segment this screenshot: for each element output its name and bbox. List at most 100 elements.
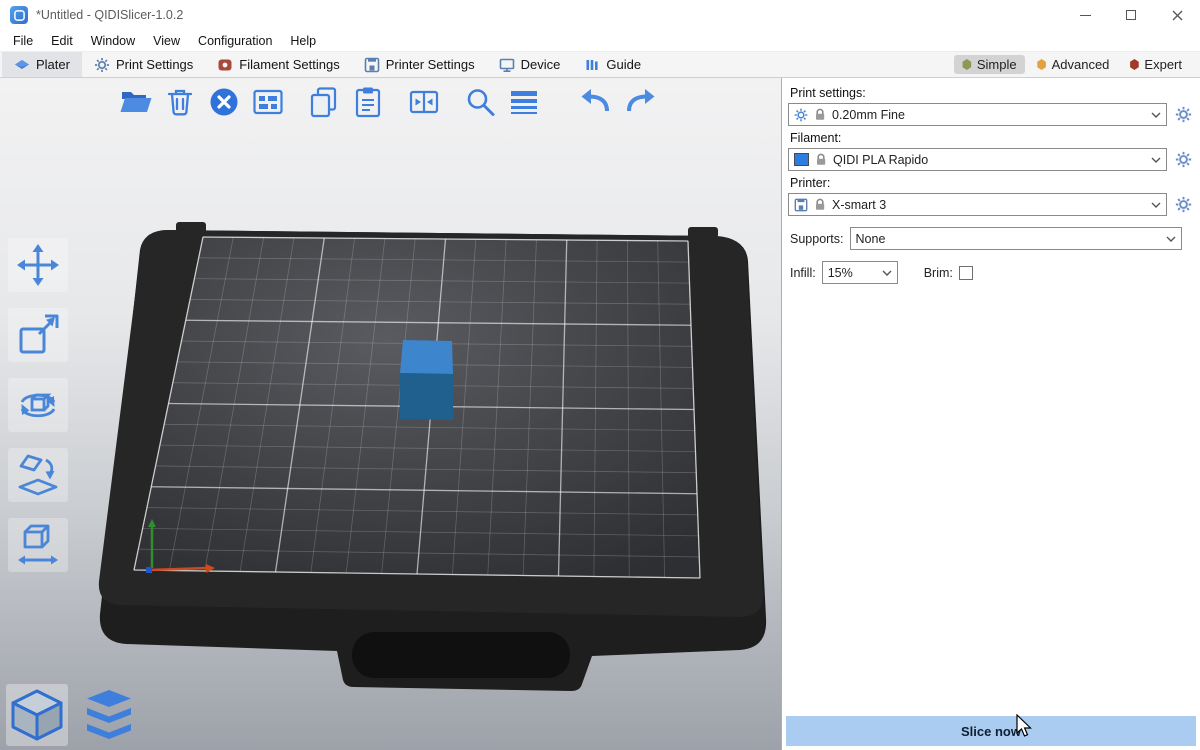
filament-settings-icon — [217, 57, 233, 73]
print-settings-label: Print settings: — [790, 86, 1193, 100]
view-switcher — [6, 684, 140, 746]
mode-expert[interactable]: Expert — [1121, 55, 1190, 74]
cut-tool-button[interactable] — [8, 518, 68, 572]
tab-print-settings[interactable]: Print Settings — [82, 52, 205, 77]
tab-filament-settings[interactable]: Filament Settings — [205, 52, 351, 77]
chevron-down-icon — [882, 270, 892, 276]
menu-configuration[interactable]: Configuration — [189, 32, 281, 50]
printer-label: Printer: — [790, 176, 1193, 190]
window-title: *Untitled - QIDISlicer-1.0.2 — [36, 8, 183, 22]
gear-icon — [1175, 151, 1192, 168]
expert-mode-icon — [1129, 59, 1139, 70]
gear-icon — [1175, 106, 1192, 123]
gear-icon — [1175, 196, 1192, 213]
supports-label: Supports: — [790, 232, 844, 246]
3d-view-cube-icon — [8, 686, 66, 744]
maximize-button[interactable] — [1108, 0, 1154, 30]
lock-icon — [814, 198, 826, 211]
move-tool-button[interactable] — [8, 238, 68, 292]
brim-label: Brim: — [924, 266, 953, 280]
tab-plater[interactable]: Plater — [2, 52, 82, 77]
print-settings-icon — [94, 57, 110, 73]
titlebar: *Untitled - QIDISlicer-1.0.2 — [0, 0, 1200, 30]
filament-gear-button[interactable] — [1173, 150, 1193, 170]
copy-button[interactable] — [306, 82, 342, 122]
mode-label: Simple — [977, 57, 1017, 72]
filament-label: Filament: — [790, 131, 1193, 145]
supports-value: None — [856, 232, 1160, 246]
split-view-icon — [407, 85, 441, 119]
tab-printer-settings[interactable]: Printer Settings — [352, 52, 487, 77]
open-file-button[interactable] — [118, 82, 154, 122]
paste-button[interactable] — [350, 82, 386, 122]
window-controls — [1062, 0, 1200, 30]
filament-combo[interactable]: QIDI PLA Rapido — [788, 148, 1167, 171]
variable-layer-height-button[interactable] — [506, 82, 542, 122]
redo-button[interactable] — [622, 82, 658, 122]
3d-editor-view-button[interactable] — [6, 684, 68, 746]
infill-value: 15% — [828, 266, 876, 280]
build-plate-scene[interactable] — [0, 78, 782, 750]
place-on-face-icon — [15, 452, 61, 498]
advanced-mode-icon — [1037, 59, 1047, 70]
tabbar: Plater Print Settings Filament Settings … — [0, 52, 1200, 78]
menu-edit[interactable]: Edit — [42, 32, 82, 50]
printer-combo[interactable]: X-smart 3 — [788, 193, 1167, 216]
menu-file[interactable]: File — [4, 32, 42, 50]
menu-help[interactable]: Help — [281, 32, 325, 50]
tab-label: Guide — [606, 57, 641, 72]
close-button[interactable] — [1154, 0, 1200, 30]
tab-label: Plater — [36, 57, 70, 72]
simple-mode-icon — [962, 59, 972, 70]
scale-tool-button[interactable] — [8, 308, 68, 362]
printer-value: X-smart 3 — [832, 198, 1145, 212]
printer-gear-button[interactable] — [1173, 195, 1193, 215]
settings-sidebar: Print settings: 0.20mm Fine Filament: QI… — [782, 78, 1199, 750]
layers-preview-icon — [80, 686, 138, 744]
3d-viewport[interactable] — [0, 78, 782, 750]
delete-button[interactable] — [162, 82, 198, 122]
trash-icon — [163, 85, 197, 119]
brim-checkbox[interactable] — [959, 266, 973, 280]
infill-combo[interactable]: 15% — [822, 261, 898, 284]
tab-guide[interactable]: Guide — [572, 52, 653, 77]
open-folder-icon — [119, 85, 153, 119]
search-icon — [463, 85, 497, 119]
search-button[interactable] — [462, 82, 498, 122]
arrange-button[interactable] — [250, 82, 286, 122]
undo-button[interactable] — [578, 82, 614, 122]
mode-label: Expert — [1144, 57, 1182, 72]
rotate-icon — [15, 382, 61, 428]
arrange-icon — [251, 85, 285, 119]
print-settings-gear-button[interactable] — [1173, 105, 1193, 125]
app-logo-icon — [10, 6, 28, 24]
menu-window[interactable]: Window — [82, 32, 144, 50]
supports-combo[interactable]: None — [850, 227, 1182, 250]
gear-icon — [794, 108, 808, 122]
menubar: File Edit Window View Configuration Help — [0, 30, 1200, 52]
filament-value: QIDI PLA Rapido — [833, 153, 1145, 167]
maximize-icon — [1126, 10, 1136, 20]
chevron-down-icon — [1166, 236, 1176, 242]
redo-icon — [623, 85, 657, 119]
mode-switcher: Simple Advanced Expert — [954, 52, 1200, 77]
filament-color-swatch — [794, 153, 809, 166]
model-cube[interactable] — [400, 340, 453, 420]
delete-all-button[interactable] — [206, 82, 242, 122]
mode-label: Advanced — [1052, 57, 1110, 72]
slice-now-button[interactable]: Slice now — [786, 716, 1196, 746]
mode-simple[interactable]: Simple — [954, 55, 1025, 74]
main-area: Print settings: 0.20mm Fine Filament: QI… — [0, 78, 1200, 750]
preview-view-button[interactable] — [78, 684, 140, 746]
chevron-down-icon — [1151, 157, 1161, 163]
split-view-button[interactable] — [406, 82, 442, 122]
mode-advanced[interactable]: Advanced — [1029, 55, 1118, 74]
minimize-button[interactable] — [1062, 0, 1108, 30]
infill-label: Infill: — [790, 266, 816, 280]
print-settings-combo[interactable]: 0.20mm Fine — [788, 103, 1167, 126]
lock-icon — [814, 108, 826, 121]
rotate-tool-button[interactable] — [8, 378, 68, 432]
tab-device[interactable]: Device — [487, 52, 573, 77]
place-on-face-tool-button[interactable] — [8, 448, 68, 502]
menu-view[interactable]: View — [144, 32, 189, 50]
